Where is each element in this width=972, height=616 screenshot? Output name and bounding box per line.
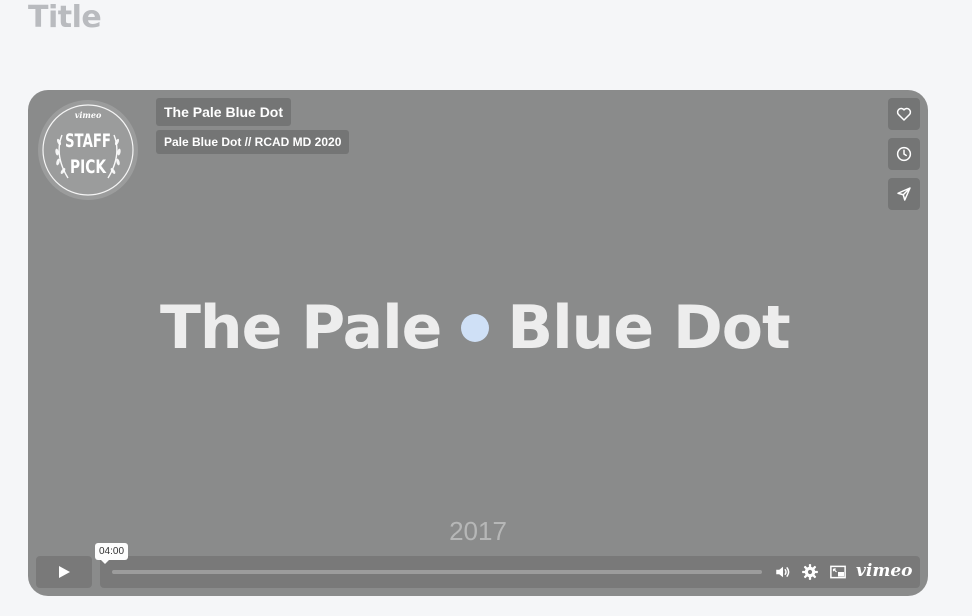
play-button[interactable] xyxy=(36,556,92,588)
frame-title-left: The Pale xyxy=(160,293,442,363)
picture-in-picture-button[interactable] xyxy=(826,556,850,588)
video-title-link[interactable]: The Pale Blue Dot xyxy=(156,98,292,126)
control-bar: vimeo xyxy=(100,556,920,588)
settings-button[interactable] xyxy=(798,556,822,588)
heart-icon xyxy=(896,107,912,121)
time-tooltip: 04:00 xyxy=(95,543,129,564)
send-icon xyxy=(897,187,911,201)
share-button[interactable] xyxy=(888,178,920,210)
clock-icon xyxy=(896,146,912,162)
video-frame-title: The Pale Blue Dot xyxy=(160,293,791,363)
badge-line-2: PICK xyxy=(70,156,107,178)
frame-title-right: Blue Dot xyxy=(507,293,790,363)
badge-line-1: STAFF xyxy=(65,130,111,152)
pip-icon xyxy=(830,565,846,579)
pale-blue-dot xyxy=(461,314,490,342)
page-title: Title xyxy=(28,0,102,35)
watch-later-button[interactable] xyxy=(888,138,920,170)
progress-bar[interactable] xyxy=(112,570,762,574)
video-info: The Pale Blue Dot Pale Blue Dot // RCAD … xyxy=(156,98,350,154)
video-player[interactable]: vimeo STAFF PICK The Pale Blue Dot Pale … xyxy=(28,90,928,596)
gear-icon xyxy=(802,564,818,580)
badge-brand: vimeo xyxy=(75,110,102,120)
volume-button[interactable] xyxy=(771,556,795,588)
volume-icon xyxy=(776,566,790,578)
staff-pick-badge[interactable]: vimeo STAFF PICK xyxy=(38,100,138,200)
video-subtitle-link[interactable]: Pale Blue Dot // RCAD MD 2020 xyxy=(156,130,350,154)
frame-year: 2017 xyxy=(449,516,507,546)
play-icon xyxy=(59,566,70,578)
like-button[interactable] xyxy=(888,98,920,130)
vimeo-logo[interactable]: vimeo xyxy=(856,561,912,581)
